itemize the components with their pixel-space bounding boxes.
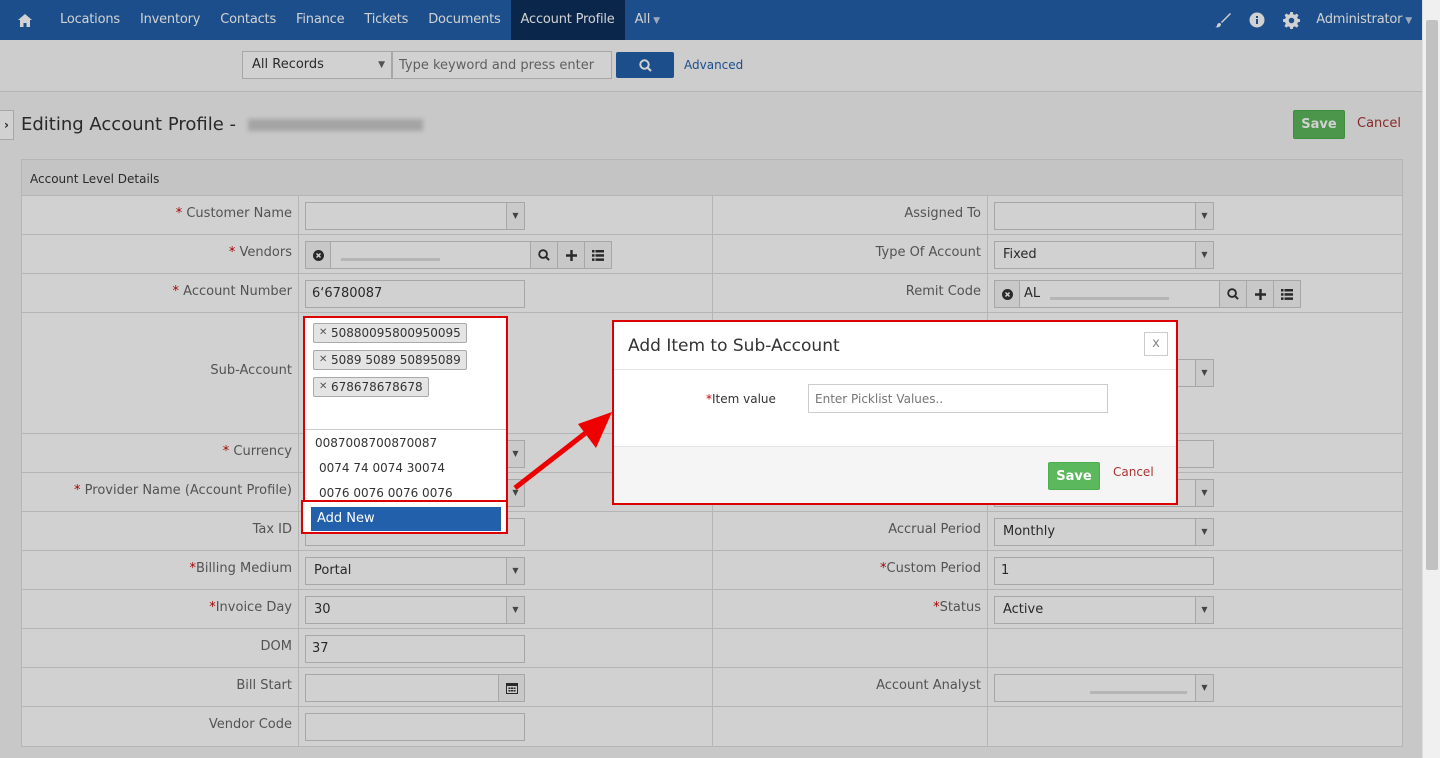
modal-title: Add Item to Sub-Account <box>628 336 840 356</box>
dropdown-option[interactable]: 0076 0076 0076 0076 <box>319 486 453 500</box>
remove-chip-icon[interactable]: ✕ <box>319 378 327 396</box>
scrollbar-thumb[interactable] <box>1426 20 1438 570</box>
add-new-option[interactable]: Add New <box>311 507 501 531</box>
dropdown-option[interactable]: 0074 74 0074 30074 <box>319 461 445 475</box>
dropdown-option[interactable]: 0087008700870087 <box>315 436 437 450</box>
item-value-label-text: Item value <box>712 392 776 406</box>
modal-body: *Item value <box>614 370 1176 446</box>
modal-save-button[interactable]: Save <box>1048 462 1100 490</box>
modal-footer: Save Cancel <box>614 446 1176 503</box>
remove-chip-icon[interactable]: ✕ <box>319 351 327 369</box>
item-value-input[interactable] <box>808 384 1108 413</box>
chip-label: 5089 5089 50895089 <box>331 353 461 367</box>
chip-label: 50880095800950095 <box>331 326 461 340</box>
item-value-label: *Item value <box>706 392 776 406</box>
add-new-wrapper: Add New <box>301 500 508 534</box>
selected-chip: ✕ 5089 5089 50895089 <box>313 350 467 370</box>
selected-chip: ✕ 678678678678 <box>313 377 429 397</box>
vertical-scrollbar[interactable] <box>1422 0 1440 758</box>
add-item-modal: Add Item to Sub-Account x *Item value Sa… <box>612 320 1178 505</box>
modal-header: Add Item to Sub-Account x <box>614 322 1176 370</box>
sub-account-selected-area[interactable]: ✕ 50880095800950095 ✕ 5089 5089 50895089 ✕… <box>305 318 506 430</box>
close-icon[interactable]: x <box>1144 332 1168 356</box>
modal-cancel-link[interactable]: Cancel <box>1113 465 1154 479</box>
selected-chip: ✕ 50880095800950095 <box>313 323 467 343</box>
chip-label: 678678678678 <box>331 380 423 394</box>
remove-chip-icon[interactable]: ✕ <box>319 324 327 342</box>
annotation-arrow <box>513 412 612 490</box>
